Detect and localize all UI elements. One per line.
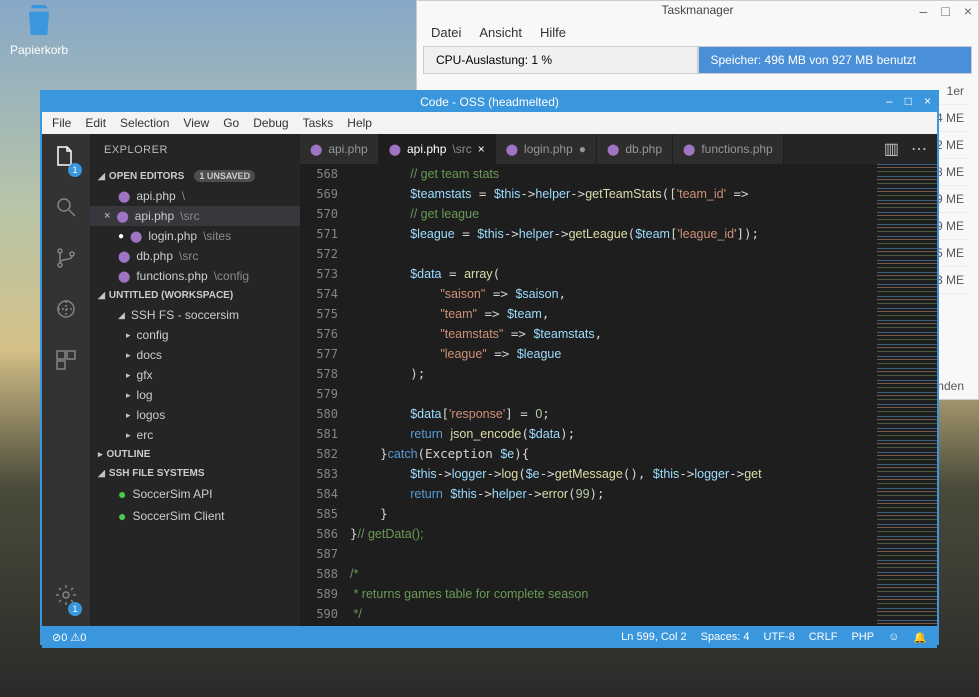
open-editor-item[interactable]: ⬤ db.php \src <box>90 246 300 266</box>
activity-search[interactable] <box>54 195 78 224</box>
activity-bar <box>42 134 90 626</box>
ssh-connection[interactable]: ●SoccerSim Client <box>90 505 300 527</box>
open-editor-item[interactable]: ⬤ functions.php \config <box>90 266 300 286</box>
line-gutter: 568 569 570 571 572 573 574 575 576 577 … <box>300 164 350 626</box>
open-editor-item[interactable]: ● ⬤ login.php \sites <box>90 226 300 246</box>
extensions-icon <box>54 348 78 372</box>
gear-icon <box>54 583 78 607</box>
status-errors[interactable]: ⊘0 ⚠0 <box>52 631 86 644</box>
tm-footer: nden <box>937 379 964 393</box>
tm-menubar: Datei Ansicht Hilfe <box>417 19 978 46</box>
split-icon[interactable]: ▥ <box>884 139 899 159</box>
desktop-trash[interactable]: Papierkorb <box>10 0 68 57</box>
status-bell[interactable]: 🔔 <box>913 631 927 644</box>
branch-icon <box>54 246 78 270</box>
php-icon: ⬤ <box>310 143 322 156</box>
vscode-window: Code - OSS (headmelted) – □ × File Edit Se… <box>40 90 939 645</box>
tm-tab-cpu[interactable]: CPU-Auslastung: 1 % <box>423 46 698 74</box>
folder-item[interactable]: ▸config <box>90 325 300 345</box>
vscode-menubar: File Edit Selection View Go Debug Tasks Help <box>42 112 937 134</box>
folder-item[interactable]: ▸log <box>90 385 300 405</box>
php-icon: ⬤ <box>683 143 695 156</box>
menu-go[interactable]: Go <box>223 116 239 130</box>
menu-debug[interactable]: Debug <box>253 116 288 130</box>
open-editor-item[interactable]: × ⬤ api.php \src <box>90 206 300 226</box>
php-icon: ⬤ <box>118 250 130 263</box>
activity-scm[interactable] <box>54 246 78 275</box>
trash-label: Papierkorb <box>10 43 68 57</box>
menu-selection[interactable]: Selection <box>120 116 169 130</box>
tm-minimize[interactable]: – <box>920 3 928 19</box>
menu-tasks[interactable]: Tasks <box>303 116 334 130</box>
status-lang[interactable]: PHP <box>851 631 874 643</box>
files-icon <box>54 144 78 168</box>
menu-edit[interactable]: Edit <box>85 116 106 130</box>
editor-area: ⬤ api.php ⬤ api.php \src × ⬤ login.php ●… <box>300 134 937 626</box>
code-content[interactable]: // get team stats $teamstats = $this->he… <box>350 164 877 626</box>
open-editors-header[interactable]: ◢ OPEN EDITORS 1 UNSAVED <box>90 166 300 186</box>
activity-settings[interactable] <box>54 583 78 612</box>
activity-explorer[interactable] <box>54 144 78 173</box>
search-icon <box>54 195 78 219</box>
tm-menu-view[interactable]: Ansicht <box>479 25 522 40</box>
ssh-connection[interactable]: ●SoccerSim API <box>90 483 300 505</box>
tm-tab-memory[interactable]: Speicher: 496 MB von 927 MB benutzt <box>698 46 973 74</box>
activity-extensions[interactable] <box>54 348 78 377</box>
editor-tab[interactable]: ⬤ db.php <box>597 134 673 164</box>
outline-header[interactable]: ▸OUTLINE <box>90 445 300 464</box>
status-ln[interactable]: Ln 599, Col 2 <box>621 631 686 643</box>
vs-minimize[interactable]: – <box>886 94 893 108</box>
tm-maximize[interactable]: □ <box>941 3 949 19</box>
status-spaces[interactable]: Spaces: 4 <box>701 631 750 643</box>
status-encoding[interactable]: UTF-8 <box>764 631 795 643</box>
status-bar: ⊘0 ⚠0 Ln 599, Col 2 Spaces: 4 UTF-8 CRLF… <box>42 626 937 648</box>
activity-debug[interactable] <box>54 297 78 326</box>
editor-tab[interactable]: ⬤ functions.php <box>673 134 784 164</box>
php-icon: ⬤ <box>506 143 518 156</box>
close-icon[interactable]: × <box>104 210 110 222</box>
trash-icon <box>19 0 59 40</box>
vscode-title-text: Code - OSS (headmelted) <box>420 95 559 109</box>
menu-file[interactable]: File <box>52 116 71 130</box>
close-icon[interactable]: × <box>478 142 485 156</box>
tm-menu-help[interactable]: Hilfe <box>540 25 566 40</box>
menu-view[interactable]: View <box>183 116 209 130</box>
unsaved-badge: 1 UNSAVED <box>194 170 255 182</box>
tm-menu-file[interactable]: Datei <box>431 25 461 40</box>
vs-maximize[interactable]: □ <box>905 94 912 108</box>
more-icon[interactable]: ⋯ <box>911 139 927 159</box>
tm-close[interactable]: × <box>964 3 972 19</box>
php-icon: ⬤ <box>389 143 401 156</box>
menu-help[interactable]: Help <box>347 116 372 130</box>
vs-close[interactable]: × <box>924 94 931 108</box>
folder-item[interactable]: ▸erc <box>90 425 300 445</box>
php-icon: ⬤ <box>118 270 130 283</box>
folder-item[interactable]: ▸gfx <box>90 365 300 385</box>
editor-tab[interactable]: ⬤ login.php ● <box>496 134 597 164</box>
php-icon: ⬤ <box>130 230 142 243</box>
status-feedback[interactable]: ☺ <box>888 631 899 643</box>
editor-tab[interactable]: ⬤ api.php <box>300 134 379 164</box>
editor-tab[interactable]: ⬤ api.php \src × <box>379 134 496 164</box>
bug-icon <box>54 297 78 321</box>
php-icon: ⬤ <box>116 210 128 223</box>
php-icon: ⬤ <box>118 190 130 203</box>
tm-title: Taskmanager <box>417 1 978 19</box>
folder-item[interactable]: ▸docs <box>90 345 300 365</box>
ssh-root[interactable]: ◢SSH FS - soccersim <box>90 305 300 325</box>
open-editor-item[interactable]: ⬤ api.php \ <box>90 186 300 206</box>
editor-tabs: ⬤ api.php ⬤ api.php \src × ⬤ login.php ●… <box>300 134 937 164</box>
status-eol[interactable]: CRLF <box>809 631 838 643</box>
explorer-sidebar: EXPLORER ◢ OPEN EDITORS 1 UNSAVED ⬤ api.… <box>90 134 300 626</box>
sshfs-header[interactable]: ◢SSH FILE SYSTEMS <box>90 464 300 483</box>
workspace-header[interactable]: ◢UNTITLED (WORKSPACE) <box>90 286 300 305</box>
vscode-titlebar[interactable]: Code - OSS (headmelted) – □ × <box>42 92 937 112</box>
folder-item[interactable]: ▸logos <box>90 405 300 425</box>
php-icon: ⬤ <box>607 143 619 156</box>
minimap[interactable] <box>877 164 937 626</box>
explorer-title: EXPLORER <box>90 134 300 166</box>
